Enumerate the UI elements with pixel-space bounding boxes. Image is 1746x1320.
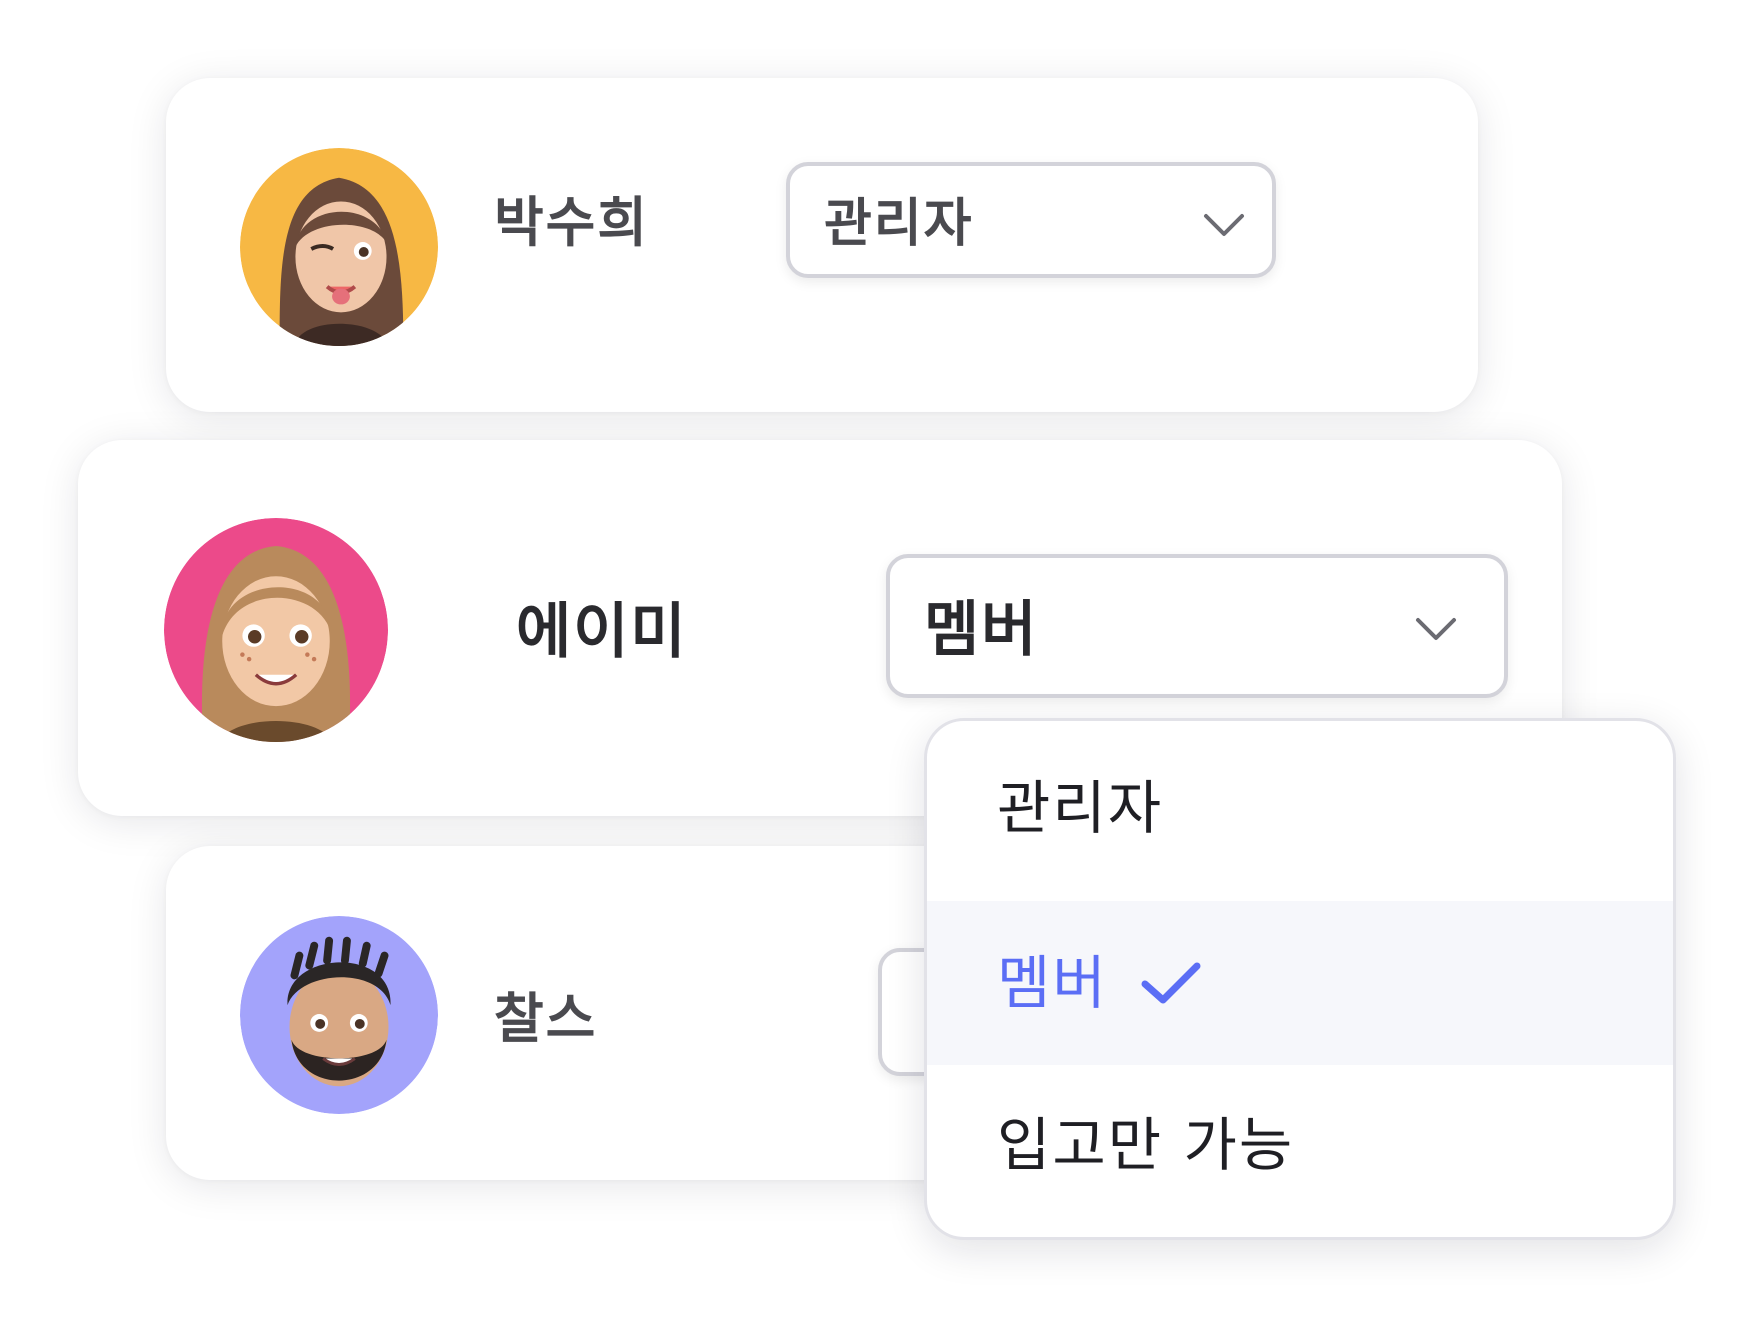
role-select-value: 멤버	[924, 595, 1039, 665]
dropdown-option-label: 입고만 가능	[997, 1111, 1295, 1179]
role-dropdown-menu: 관리자 멤버 입고만 가능	[924, 718, 1676, 1240]
member-name: 박수희	[494, 191, 650, 254]
role-select[interactable]: 관리자	[786, 162, 1276, 278]
chevron-down-icon	[1204, 214, 1244, 236]
dropdown-option-admin[interactable]: 관리자	[927, 729, 1673, 887]
dropdown-option-member[interactable]: 멤버	[927, 901, 1673, 1065]
dropdown-option-label: 멤버	[997, 949, 1108, 1017]
dropdown-option-label: 관리자	[997, 774, 1164, 842]
member-card: 박수희 관리자	[166, 78, 1478, 412]
member-name: 찰스	[494, 987, 598, 1050]
role-select-value: 관리자	[824, 194, 974, 254]
chevron-down-icon	[1416, 618, 1456, 640]
role-select[interactable]: 멤버	[886, 554, 1508, 698]
avatar	[164, 518, 388, 742]
dropdown-option-receive-only[interactable]: 입고만 가능	[927, 1065, 1673, 1225]
avatar-icon	[240, 148, 438, 346]
check-icon	[1141, 962, 1201, 1004]
member-name: 에이미	[516, 597, 688, 667]
avatar	[240, 916, 438, 1114]
avatar-icon	[164, 518, 388, 742]
avatar-icon	[240, 916, 438, 1114]
avatar	[240, 148, 438, 346]
